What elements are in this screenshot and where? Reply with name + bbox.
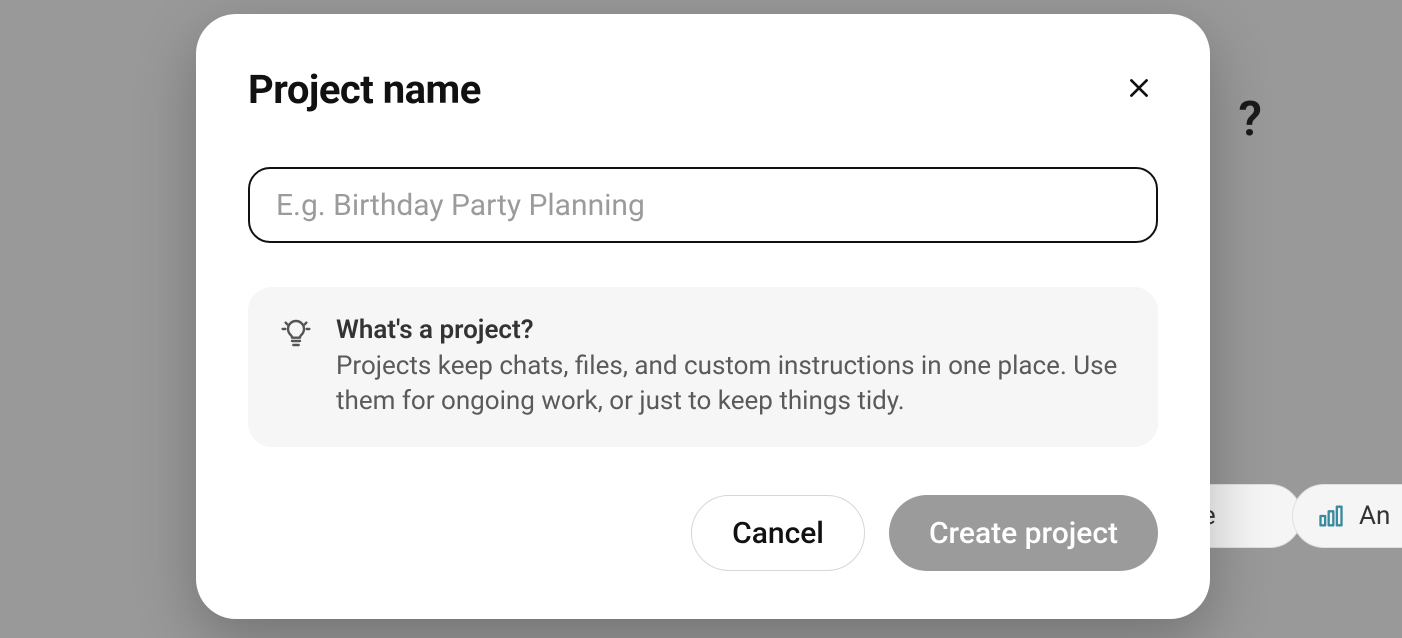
modal-header: Project name xyxy=(248,66,1158,113)
modal-footer: Cancel Create project xyxy=(248,495,1158,571)
lightbulb-icon xyxy=(280,315,312,419)
chart-icon xyxy=(1317,502,1345,530)
background-pill-two: An xyxy=(1292,484,1402,548)
modal-title: Project name xyxy=(248,66,481,113)
close-icon xyxy=(1126,75,1152,104)
background-pill-two-label: An xyxy=(1359,501,1390,531)
info-body: Projects keep chats, files, and custom i… xyxy=(336,349,1126,419)
info-content: What's a project? Projects keep chats, f… xyxy=(336,315,1126,419)
info-box: What's a project? Projects keep chats, f… xyxy=(248,287,1158,447)
info-title: What's a project? xyxy=(336,315,1126,345)
project-name-input[interactable] xyxy=(248,167,1158,243)
create-project-button[interactable]: Create project xyxy=(889,495,1158,571)
create-project-modal: Project name What's a proje xyxy=(196,14,1210,619)
background-text-fragment: ? xyxy=(1238,90,1262,147)
close-button[interactable] xyxy=(1120,69,1158,110)
cancel-button[interactable]: Cancel xyxy=(691,495,865,571)
